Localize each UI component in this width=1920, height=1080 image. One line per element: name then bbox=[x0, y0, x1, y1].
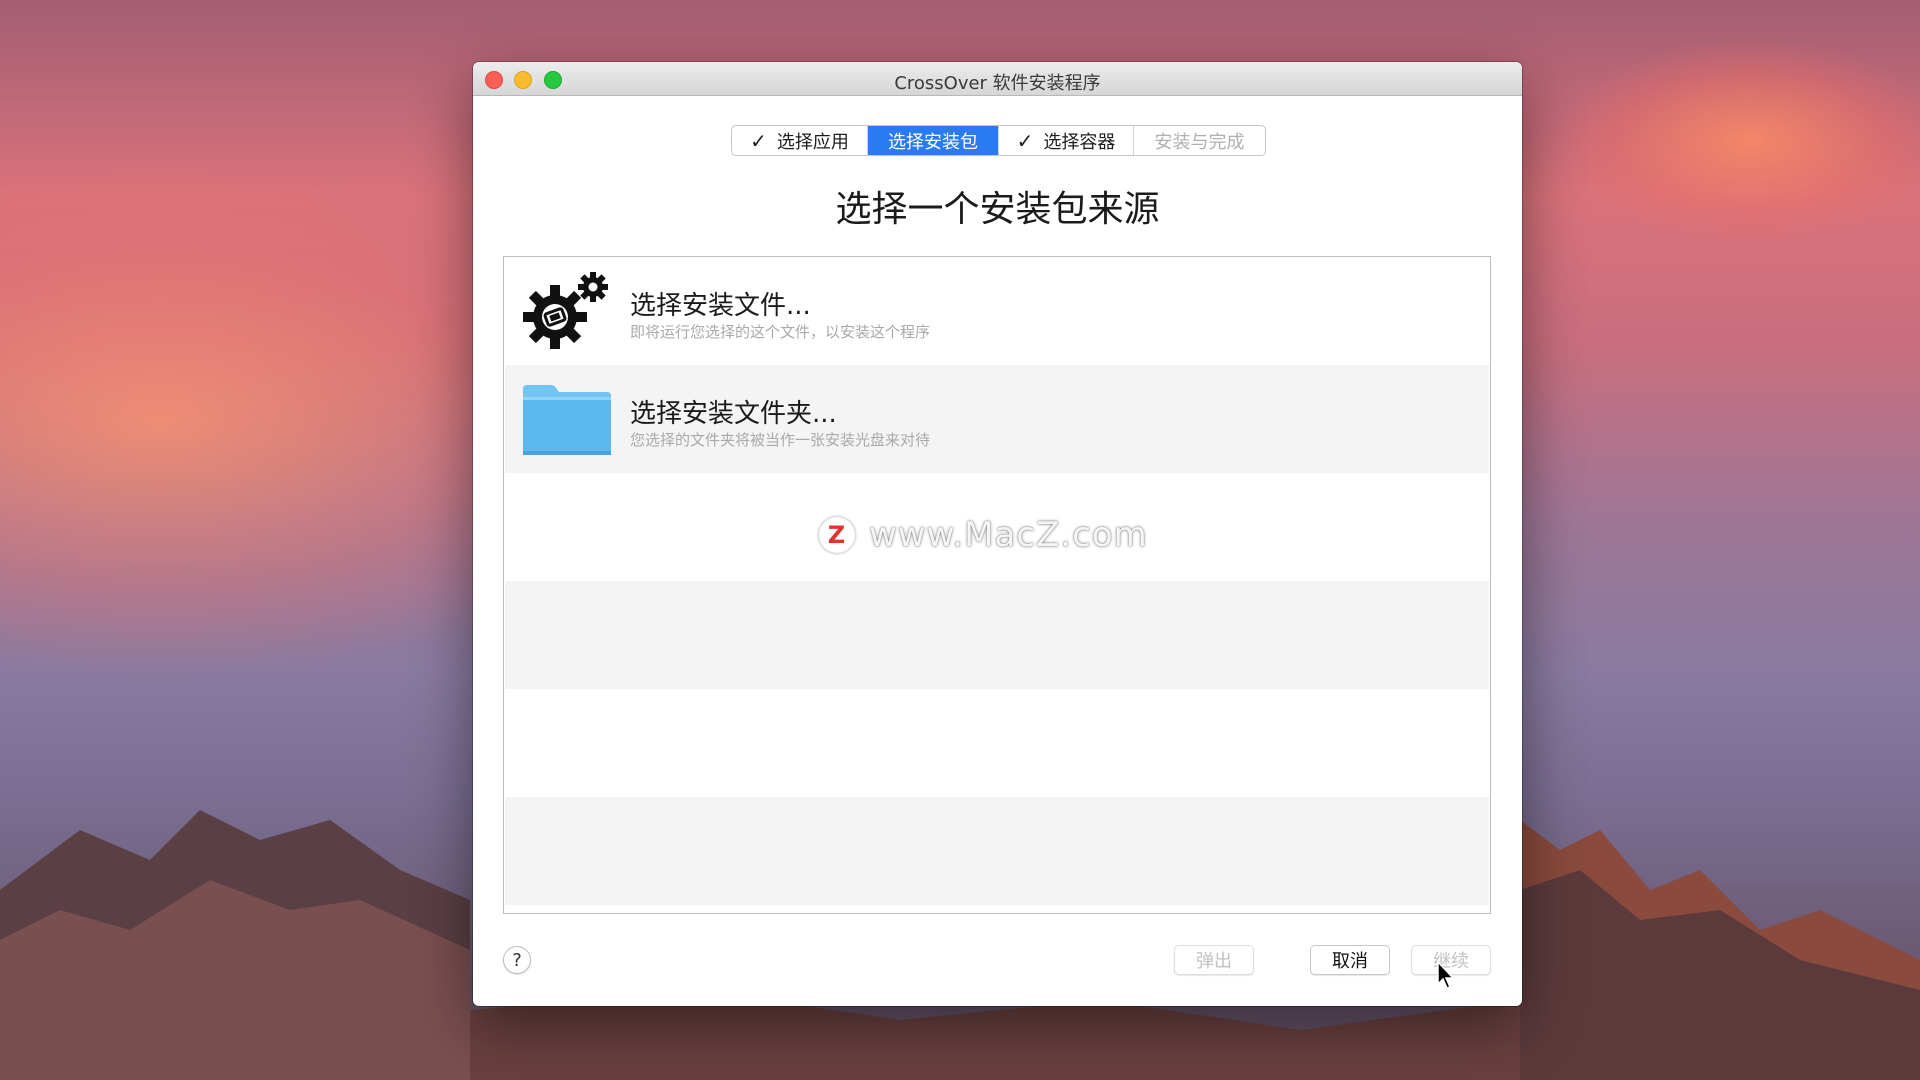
installer-window: CrossOver 软件安装程序 ✓ 选择应用 选择安装包 ✓ 选择容器 安装与… bbox=[473, 62, 1522, 1006]
watermark-logo: Z bbox=[819, 517, 855, 553]
checkmark-icon: ✓ bbox=[750, 128, 767, 153]
empty-row bbox=[505, 689, 1489, 797]
gears-icon bbox=[523, 272, 608, 349]
source-item-file[interactable]: 选择安装文件... 即将运行您选择的这个文件，以安装这个程序 bbox=[505, 257, 1489, 365]
source-list: 选择安装文件... 即将运行您选择的这个文件，以安装这个程序 选择安装文件夹..… bbox=[503, 256, 1491, 914]
mouse-cursor-icon bbox=[1437, 960, 1455, 989]
source-title: 选择安装文件夹... bbox=[630, 399, 837, 429]
sunset-cloud bbox=[1560, 40, 1920, 240]
step-label: 选择应用 bbox=[776, 131, 849, 153]
step-install-finish: 安装与完成 bbox=[1134, 126, 1265, 155]
source-item-folder[interactable]: 选择安装文件夹... 您选择的文件夹将被当作一张安装光盘来对待 bbox=[505, 365, 1489, 473]
checkmark-icon: ✓ bbox=[1016, 128, 1034, 153]
empty-row bbox=[505, 797, 1489, 905]
step-label: 选择安装包 bbox=[888, 131, 978, 153]
source-title: 选择安装文件... bbox=[630, 291, 811, 321]
source-description: 您选择的文件夹将被当作一张安装光盘来对待 bbox=[630, 431, 931, 449]
window-title: CrossOver 软件安装程序 bbox=[894, 73, 1101, 94]
source-description: 即将运行您选择的这个文件，以安装这个程序 bbox=[630, 323, 931, 341]
cancel-button[interactable]: 取消 bbox=[1310, 945, 1390, 975]
step-indicator: ✓ 选择应用 选择安装包 ✓ 选择容器 安装与完成 bbox=[731, 125, 1266, 156]
step-label: 选择容器 bbox=[1043, 131, 1116, 153]
folder-icon bbox=[523, 385, 611, 455]
empty-row bbox=[505, 581, 1489, 689]
help-button[interactable]: ? bbox=[503, 946, 531, 974]
titlebar: CrossOver 软件安装程序 bbox=[473, 62, 1522, 96]
step-select-bottle[interactable]: ✓ 选择容器 bbox=[999, 126, 1134, 155]
page-title: 选择一个安装包来源 bbox=[835, 189, 1160, 230]
eject-button: 弹出 bbox=[1174, 945, 1254, 975]
watermark-text: www.MacZ.com bbox=[869, 515, 1148, 555]
step-select-package[interactable]: 选择安装包 bbox=[868, 126, 999, 155]
watermark: Z www.MacZ.com bbox=[819, 515, 1148, 555]
step-select-app[interactable]: ✓ 选择应用 bbox=[732, 126, 868, 155]
step-label: 安装与完成 bbox=[1154, 131, 1245, 153]
